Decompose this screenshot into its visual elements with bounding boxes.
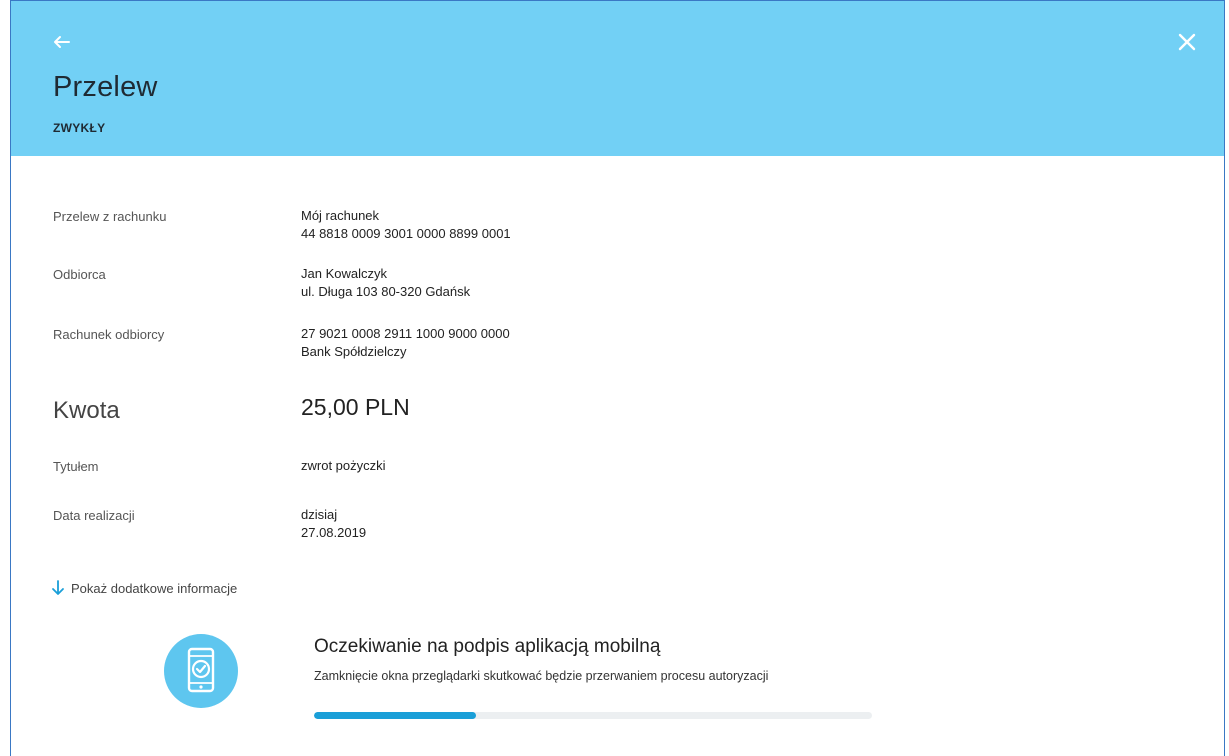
auth-status-description: Zamknięcie okna przeglądarki skutkować b… <box>314 669 769 683</box>
page-title: Przelew <box>53 71 158 103</box>
close-icon <box>1178 33 1196 51</box>
back-button[interactable] <box>49 29 75 55</box>
recipient-account-label: Rachunek odbiorcy <box>53 327 165 342</box>
title-label: Tytułem <box>53 459 99 474</box>
auth-progress-fill <box>314 712 476 719</box>
date-value: dzisiaj 27.08.2019 <box>301 506 366 542</box>
transfer-type: ZWYKŁY <box>53 121 106 135</box>
recipient-label: Odbiorca <box>53 267 106 282</box>
show-more-info-link[interactable]: Pokaż dodatkowe informacje <box>51 580 237 596</box>
title-value: zwrot pożyczki <box>301 458 386 473</box>
auth-status-title: Oczekiwanie na podpis aplikacją mobilną <box>314 636 661 657</box>
amount-value: 25,00 PLN <box>301 394 410 420</box>
recipient-account-value: 27 9021 0008 2911 1000 9000 0000 Bank Sp… <box>301 325 510 361</box>
from-account-value: Mój rachunek 44 8818 0009 3001 0000 8899… <box>301 207 511 243</box>
from-account-name: Mój rachunek <box>301 208 380 223</box>
arrow-down-icon <box>52 580 64 595</box>
phone-check-icon <box>187 647 215 693</box>
date-label: Data realizacji <box>53 508 135 523</box>
show-more-info-label: Pokaż dodatkowe informacje <box>71 580 238 596</box>
date-day: dzisiaj <box>301 507 338 522</box>
close-button[interactable] <box>1176 31 1198 53</box>
recipient-value: Jan Kowalczyk ul. Długa 103 80-320 Gdańs… <box>301 265 470 301</box>
date-full: 27.08.2019 <box>301 525 367 540</box>
arrow-left-icon <box>54 36 70 48</box>
from-account-number: 44 8818 0009 3001 0000 8899 0001 <box>301 226 511 241</box>
recipient-name: Jan Kowalczyk <box>301 266 387 281</box>
mobile-auth-badge <box>164 634 238 708</box>
auth-progress-bar <box>314 712 872 719</box>
transfer-dialog: Przelew ZWYKŁY Przelew z rachunku Mój ra… <box>10 0 1225 756</box>
recipient-bank: Bank Spółdzielczy <box>301 344 407 359</box>
recipient-address: ul. Długa 103 80-320 Gdańsk <box>301 284 471 299</box>
recipient-account-number: 27 9021 0008 2911 1000 9000 0000 <box>301 326 510 341</box>
amount-label: Kwota <box>53 397 120 424</box>
dialog-header: Przelew ZWYKŁY <box>11 1 1224 156</box>
from-account-label: Przelew z rachunku <box>53 209 167 224</box>
